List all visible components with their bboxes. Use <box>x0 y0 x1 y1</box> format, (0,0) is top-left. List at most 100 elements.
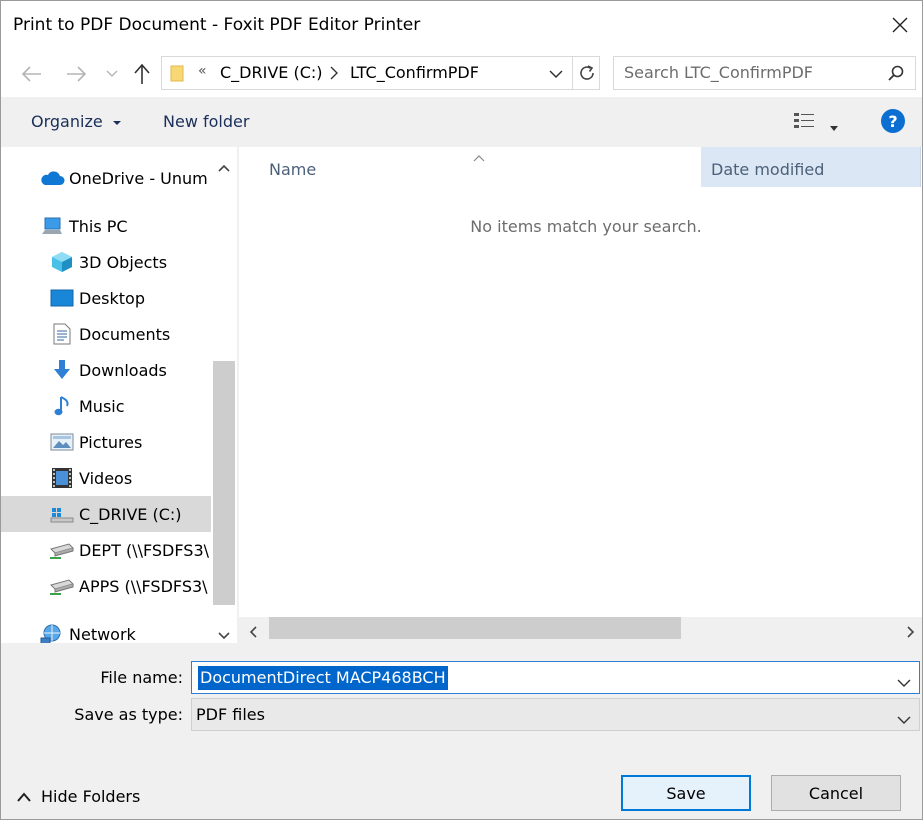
nav-item-network[interactable]: Network <box>1 616 211 643</box>
chevron-down-icon <box>897 679 911 687</box>
save-button[interactable]: Save <box>621 775 751 811</box>
up-button[interactable] <box>129 61 155 87</box>
column-header-label: Date modified <box>711 160 825 179</box>
nav-item-c-drive[interactable]: C_DRIVE (C:) <box>1 496 211 532</box>
music-icon <box>49 395 75 417</box>
caret-down-icon <box>830 126 838 131</box>
title-bar: Print to PDF Document - Foxit PDF Editor… <box>1 1 922 49</box>
help-icon[interactable]: ? <box>881 109 905 133</box>
address-bar[interactable]: « C_DRIVE (C:) LTC_ConfirmPDF <box>161 56 600 90</box>
scroll-up-arrow[interactable] <box>218 157 230 176</box>
chevron-up-icon <box>218 164 230 172</box>
nav-item-desktop[interactable]: Desktop <box>1 280 211 316</box>
nav-item-videos[interactable]: Videos <box>1 460 211 496</box>
nav-item-label: OneDrive - Unum <box>69 168 208 188</box>
network-icon <box>39 623 65 643</box>
nav-item-label: Pictures <box>79 432 143 452</box>
chevron-right-icon <box>907 626 915 638</box>
network-drive-icon <box>49 575 75 597</box>
organize-button[interactable]: Organize <box>31 112 122 131</box>
breadcrumb-drive[interactable]: C_DRIVE (C:) <box>220 63 323 82</box>
file-name-value[interactable]: DocumentDirect MACP468BCH <box>198 666 448 690</box>
navigation-pane: OneDrive - Unum This PC 3D Objects Deskt… <box>1 147 211 643</box>
close-icon <box>892 17 908 33</box>
save-type-value: PDF files <box>196 705 265 724</box>
file-name-field[interactable]: DocumentDirect MACP468BCH <box>191 661 920 694</box>
nav-item-label: Videos <box>79 468 133 488</box>
recent-locations-button[interactable] <box>99 61 125 87</box>
arrow-right-icon <box>67 66 87 82</box>
nav-item-documents[interactable]: Documents <box>1 316 211 352</box>
nav-item-label: Desktop <box>79 288 145 308</box>
file-name-dropdown[interactable] <box>897 673 911 692</box>
hide-folders-label: Hide Folders <box>41 787 141 806</box>
desktop-icon <box>49 287 75 309</box>
hide-folders-button[interactable]: Hide Folders <box>17 787 140 806</box>
chevron-right-icon[interactable] <box>330 65 338 84</box>
file-name-label: File name: <box>100 668 183 687</box>
breadcrumb-folder[interactable]: LTC_ConfirmPDF <box>350 63 479 82</box>
horizontal-scroll-thumb[interactable] <box>269 617 681 639</box>
view-dropdown-button[interactable] <box>829 118 839 137</box>
search-input[interactable] <box>624 63 874 82</box>
refresh-button[interactable] <box>572 57 600 89</box>
onedrive-cloud-icon <box>39 167 65 189</box>
scroll-left-arrow[interactable] <box>249 623 257 642</box>
caret-down-icon <box>112 120 121 125</box>
navigation-scroll-thumb[interactable] <box>213 361 235 605</box>
column-header-name[interactable]: Name <box>269 160 316 179</box>
nav-item-3d-objects[interactable]: 3D Objects <box>1 244 211 280</box>
back-button[interactable] <box>19 61 45 87</box>
cancel-button[interactable]: Cancel <box>771 775 901 811</box>
nav-item-onedrive[interactable]: OneDrive - Unum <box>1 160 211 196</box>
forward-button[interactable] <box>63 61 89 87</box>
sort-ascending-icon <box>473 147 485 166</box>
documents-icon <box>49 323 75 345</box>
chevron-up-icon <box>17 791 31 802</box>
scroll-right-arrow[interactable] <box>907 623 915 642</box>
chevron-left-icon <box>249 626 257 638</box>
refresh-icon <box>579 65 594 80</box>
new-folder-button[interactable]: New folder <box>163 112 249 131</box>
nav-item-label: Downloads <box>79 360 167 380</box>
close-button[interactable] <box>888 13 912 37</box>
nav-item-label: C_DRIVE (C:) <box>79 504 182 524</box>
nav-item-label: Network <box>69 624 136 644</box>
chevron-down-icon <box>549 70 563 79</box>
chevron-down-icon <box>106 70 118 77</box>
address-history-dropdown[interactable] <box>549 66 563 85</box>
overflow-chevrons[interactable]: « <box>198 63 207 79</box>
column-header-date-modified[interactable]: Date modified <box>701 147 921 187</box>
downloads-icon <box>49 359 75 381</box>
nav-item-label: APPS (\\FSDFS3\ <box>79 576 208 596</box>
nav-item-pictures[interactable]: Pictures <box>1 424 211 460</box>
nav-item-dept-drive[interactable]: DEPT (\\FSDFS3\ <box>1 532 211 568</box>
save-type-dropdown[interactable] <box>897 710 911 729</box>
scroll-down-arrow[interactable] <box>218 625 230 644</box>
nav-item-downloads[interactable]: Downloads <box>1 352 211 388</box>
save-form: File name: DocumentDirect MACP468BCH Sav… <box>1 643 922 819</box>
navigation-scrollbar[interactable] <box>211 147 237 643</box>
videos-icon <box>49 467 75 489</box>
save-type-select[interactable]: PDF files <box>191 698 920 731</box>
save-type-label: Save as type: <box>74 705 183 724</box>
search-icon[interactable] <box>887 64 905 86</box>
folder-icon <box>170 64 184 86</box>
arrow-up-icon <box>134 63 150 84</box>
nav-item-this-pc[interactable]: This PC <box>1 208 211 244</box>
computer-icon <box>39 215 65 237</box>
view-options-icon[interactable] <box>793 111 815 135</box>
empty-message: No items match your search. <box>470 217 702 236</box>
nav-item-label: Documents <box>79 324 171 344</box>
address-row: « C_DRIVE (C:) LTC_ConfirmPDF <box>1 49 922 97</box>
pictures-icon <box>49 431 75 453</box>
nav-item-apps-drive[interactable]: APPS (\\FSDFS3\ <box>1 568 211 604</box>
search-box[interactable] <box>613 56 916 90</box>
nav-item-label: DEPT (\\FSDFS3\ <box>79 540 210 560</box>
nav-item-label: This PC <box>69 216 128 236</box>
horizontal-scrollbar[interactable] <box>239 617 922 643</box>
arrow-left-icon <box>21 66 41 82</box>
3d-objects-icon <box>49 251 75 273</box>
nav-item-label: 3D Objects <box>79 252 168 272</box>
nav-item-music[interactable]: Music <box>1 388 211 424</box>
